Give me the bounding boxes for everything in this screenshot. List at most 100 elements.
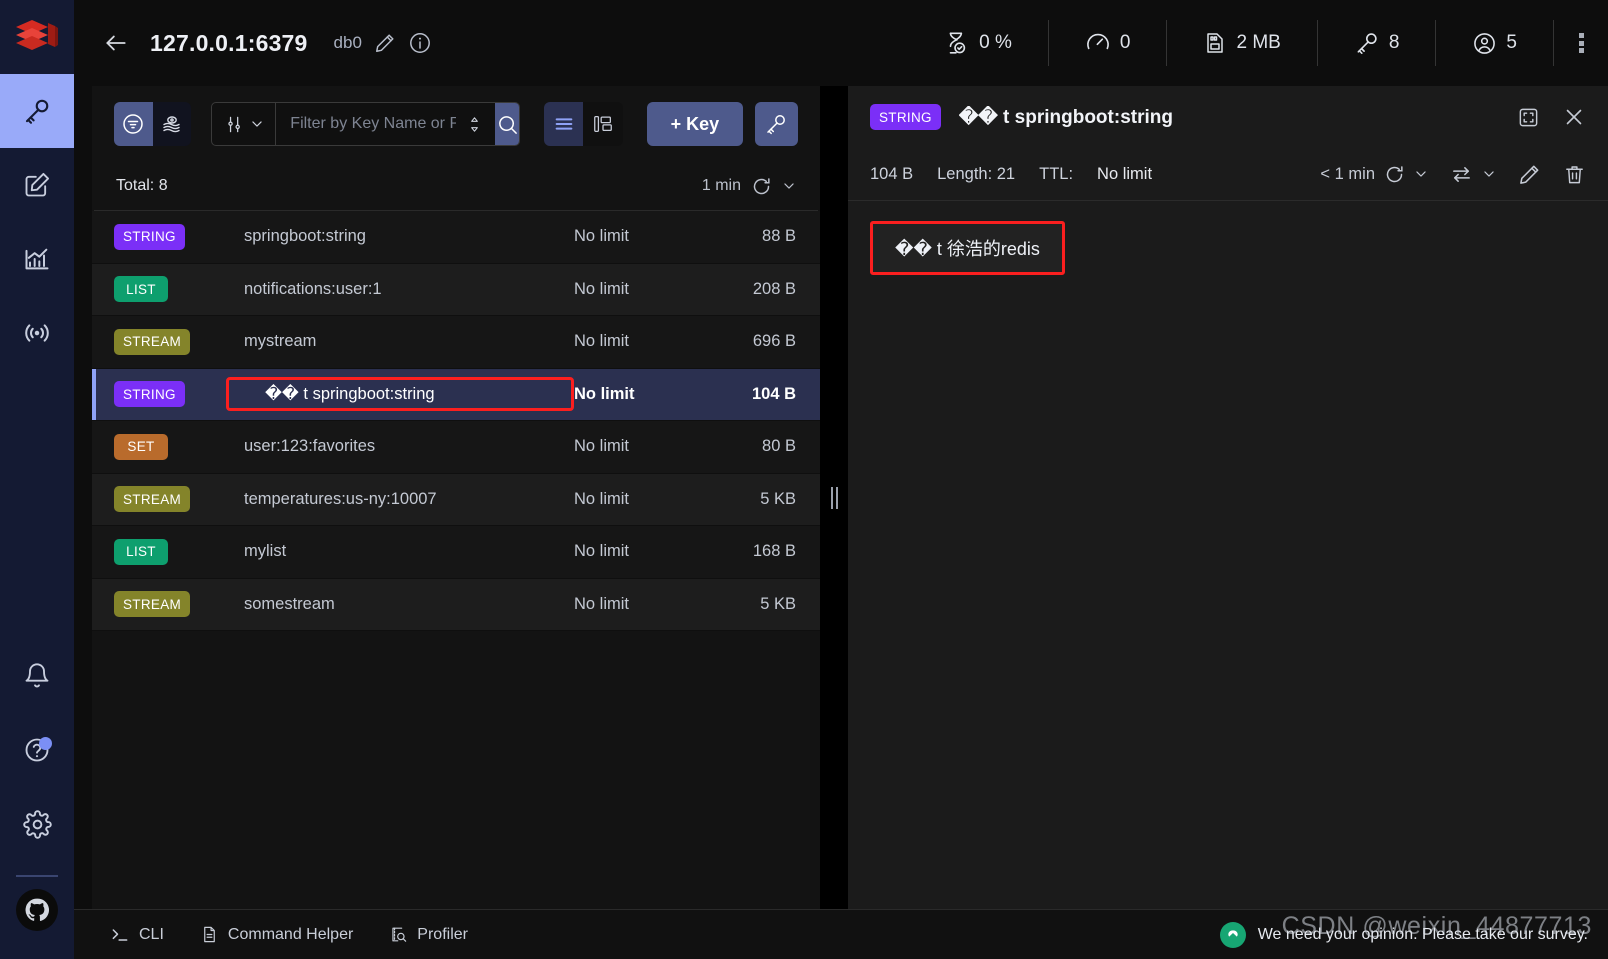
key-value-area[interactable]: �� t 徐浩的redis <box>848 201 1608 909</box>
view-mode-toggle <box>544 102 623 146</box>
search-button[interactable] <box>495 102 518 146</box>
key-name-cell: temperatures:us-ny:10007 <box>244 490 574 509</box>
sidebar-item-help[interactable] <box>0 713 74 787</box>
metric-clients[interactable]: 5 <box>1435 20 1553 66</box>
add-key-button[interactable]: + Key <box>647 102 743 146</box>
table-row[interactable]: STRING�� t springboot:stringNo limit104 … <box>92 369 820 422</box>
connection-info-button[interactable] <box>408 31 432 55</box>
key-value-highlight-box[interactable]: �� t 徐浩的redis <box>870 221 1065 275</box>
bell-icon <box>23 662 51 690</box>
sidebar-item-github[interactable] <box>16 889 58 931</box>
key-ttl-cell: No limit <box>574 227 704 246</box>
sidebar-item-pubsub[interactable] <box>0 296 74 370</box>
survey-icon <box>1220 922 1246 948</box>
table-row[interactable]: SETuser:123:favoritesNo limit80 B <box>92 421 820 474</box>
table-row[interactable]: LISTnotifications:user:1No limit208 B <box>92 264 820 317</box>
user-circle-icon <box>1472 31 1497 56</box>
chevron-down-icon <box>1414 167 1428 181</box>
status-badge: STREAM <box>114 486 190 512</box>
key-detail-header: STRING �� t springboot:string <box>848 86 1608 148</box>
key-size-cell: 88 B <box>704 227 796 246</box>
list-view-button[interactable] <box>544 102 584 146</box>
metric-memory[interactable]: 2 MB <box>1166 20 1316 66</box>
status-badge: STREAM <box>114 591 190 617</box>
gauge-icon <box>1085 30 1111 56</box>
auto-refresh-control[interactable]: 1 min <box>702 176 796 197</box>
header-overflow-menu-button[interactable] <box>1554 31 1608 56</box>
fullscreen-button[interactable] <box>1517 106 1540 129</box>
help-notification-badge <box>39 737 52 750</box>
detail-size: 104 B <box>870 165 913 184</box>
key-icon <box>22 96 52 126</box>
key-size-cell: 104 B <box>704 385 796 404</box>
metric-ops[interactable]: 0 <box>1048 20 1167 66</box>
survey-banner[interactable]: We need your opinion. Please take our su… <box>1220 922 1608 948</box>
edit-value-button[interactable] <box>1518 163 1541 186</box>
table-row[interactable]: STREAMmystreamNo limit696 B <box>92 316 820 369</box>
back-button[interactable] <box>96 23 136 63</box>
content-body: + Key Total: 8 1 min <box>74 86 1608 909</box>
table-row[interactable]: STREAMsomestreamNo limit5 KB <box>92 579 820 632</box>
filter-type-dropdown[interactable] <box>212 102 276 146</box>
bar-chart-icon <box>23 245 51 273</box>
database-selector[interactable]: db0 <box>334 33 362 53</box>
key-value-text: �� t 徐浩的redis <box>895 239 1040 259</box>
tree-view-button[interactable] <box>583 102 623 146</box>
key-ttl-cell: No limit <box>574 385 704 404</box>
pencil-icon <box>1518 163 1541 186</box>
panel-resize-handle[interactable] <box>820 86 848 909</box>
table-row[interactable]: STRINGspringboot:stringNo limit88 B <box>92 211 820 264</box>
sidebar-item-workbench[interactable] <box>0 148 74 222</box>
edit-connection-button[interactable] <box>374 32 396 54</box>
sidebar-item-settings[interactable] <box>0 787 74 861</box>
detail-ttl-value[interactable]: No limit <box>1097 165 1152 184</box>
status-badge: LIST <box>114 539 168 565</box>
edit-square-icon <box>23 171 51 199</box>
detail-format-control[interactable] <box>1450 163 1496 186</box>
command-helper-button[interactable]: Command Helper <box>182 910 371 959</box>
sidebar-item-browser[interactable] <box>0 74 74 148</box>
search-input[interactable] <box>276 102 464 146</box>
key-type-cell: STREAM <box>114 591 244 617</box>
cli-button[interactable]: CLI <box>92 910 182 959</box>
table-row[interactable]: LISTmylistNo limit168 B <box>92 526 820 579</box>
keys-toolbar: + Key <box>92 86 820 162</box>
chevron-down-icon <box>250 117 264 131</box>
key-size-cell: 208 B <box>704 280 796 299</box>
chevron-down-icon <box>782 179 796 193</box>
metric-keys[interactable]: 8 <box>1317 20 1436 66</box>
gear-icon <box>23 810 52 839</box>
key-detail-panel: STRING �� t springboot:string <box>848 86 1608 909</box>
table-row[interactable]: STREAMtemperatures:us-ny:10007No limit5 … <box>92 474 820 527</box>
detail-refresh-control[interactable]: < 1 min <box>1320 164 1428 185</box>
sidebar-item-notifications[interactable] <box>0 639 74 713</box>
document-icon <box>200 925 219 944</box>
status-badge: STREAM <box>114 329 190 355</box>
bulk-actions-toggle-button[interactable] <box>153 102 192 146</box>
key-size-cell: 80 B <box>704 437 796 456</box>
key-size-cell: 168 B <box>704 542 796 561</box>
sidebar-item-analysis[interactable] <box>0 222 74 296</box>
filter-circle-icon <box>121 112 145 136</box>
filter-circle-toggle-button[interactable] <box>114 102 153 146</box>
app-header: 127.0.0.1:6379 db0 <box>74 0 1608 86</box>
metric-cpu[interactable]: 0 % <box>908 20 1048 66</box>
status-badge: STRING <box>114 381 185 407</box>
bulk-key-action-button[interactable] <box>755 102 798 146</box>
sort-updown-button[interactable] <box>464 115 495 134</box>
kebab-menu-icon <box>1579 31 1584 56</box>
close-detail-button[interactable] <box>1562 105 1586 129</box>
status-badge: STRING <box>114 224 185 250</box>
key-size-cell: 696 B <box>704 332 796 351</box>
delete-key-button[interactable] <box>1563 163 1586 186</box>
key-icon <box>1354 30 1380 56</box>
profiler-button[interactable]: Profiler <box>371 910 486 959</box>
keys-list[interactable]: STRINGspringboot:stringNo limit88 BLISTn… <box>92 211 820 909</box>
key-ttl-cell: No limit <box>574 280 704 299</box>
key-type-cell: LIST <box>114 276 244 302</box>
hourglass-check-icon <box>944 30 970 56</box>
connection-host: 127.0.0.1:6379 <box>150 30 308 57</box>
profiler-label: Profiler <box>417 926 468 944</box>
key-ttl-cell: No limit <box>574 437 704 456</box>
sort-updown-icon <box>466 115 483 134</box>
